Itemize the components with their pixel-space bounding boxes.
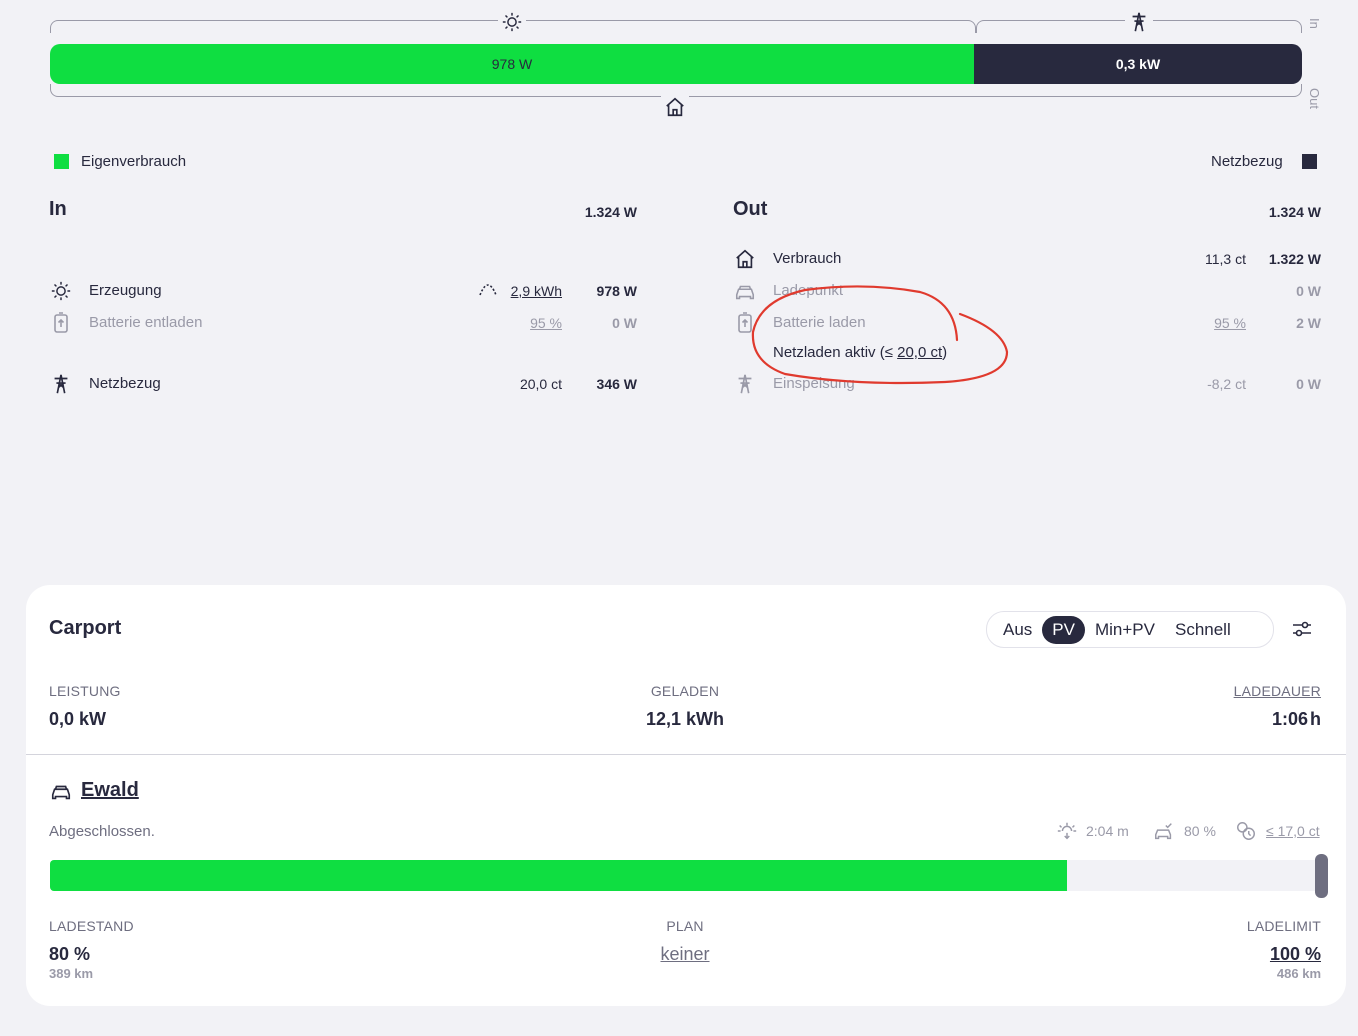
legend-self-swatch	[54, 154, 69, 169]
out-row-value: 2 W	[1296, 315, 1321, 331]
loadpoint-title: Carport	[49, 617, 122, 639]
limit-slider-handle[interactable]	[1315, 854, 1328, 898]
in-row-label: Netzbezug	[89, 375, 161, 392]
soc-range: 389 km	[49, 966, 94, 981]
out-row-label: Verbrauch	[773, 250, 842, 267]
home-icon	[661, 95, 689, 119]
mode-aus-button[interactable]: Aus	[993, 616, 1042, 644]
soc-caption: LADESTAND	[49, 918, 134, 934]
out-row-value: 0 W	[1296, 376, 1321, 392]
grid-tower-icon	[1125, 10, 1153, 34]
legend-self-label: Eigenverbrauch	[81, 153, 187, 170]
settings-sliders-icon[interactable]	[1290, 617, 1314, 646]
sun-icon	[50, 280, 72, 307]
in-total: 1.324 W	[584, 204, 637, 220]
badge-pv-timer: 2:04 m	[1086, 823, 1129, 839]
out-title: Out	[733, 198, 768, 220]
stat-value-duration: 1:06 h	[1121, 709, 1321, 730]
limit-caption: LADELIMIT	[1246, 918, 1321, 934]
out-row-value: 0 W	[1296, 283, 1321, 299]
in-row-label: Erzeugung	[89, 282, 162, 299]
plan-link[interactable]: keiner	[585, 944, 785, 965]
forecast-link[interactable]: 2,9 kWh	[490, 283, 562, 299]
in-row-value: 0 W	[612, 315, 637, 331]
stat-caption-charged: GELADEN	[650, 683, 720, 699]
legend-grid-swatch	[1302, 154, 1317, 169]
energy-bar: 978 W 0,3 kW	[50, 44, 1302, 84]
mode-pv-button[interactable]: PV	[1042, 615, 1085, 644]
stat-caption-power: LEISTUNG	[49, 683, 121, 699]
stat-caption-duration-link[interactable]: LADEDAUER	[1121, 683, 1321, 699]
vehicle-status: Abgeschlossen.	[49, 823, 155, 840]
duration-value: 1:06	[1271, 709, 1308, 729]
grid-price: 20,0 ct	[519, 376, 562, 392]
limit-value-link[interactable]: 100 %	[1121, 944, 1321, 965]
soc-bar-fill	[50, 860, 1067, 891]
in-row-label: Batterie entladen	[89, 314, 203, 331]
mode-minpv-button[interactable]: Min+PV	[1085, 616, 1165, 644]
home-icon	[734, 248, 756, 275]
coin-clock-icon	[1235, 820, 1257, 847]
soc-bar-track	[50, 860, 1321, 891]
car-limit-icon	[1153, 820, 1175, 847]
badge-vehicle-limit: 80 %	[1184, 823, 1216, 839]
mode-selector: Aus PV Min+PV Schnell	[986, 611, 1274, 648]
badge-price-limit-link[interactable]: ≤ 17,0 ct	[1266, 823, 1320, 839]
in-row-value: 978 W	[596, 283, 637, 299]
consumption-price: 11,3 ct	[1205, 251, 1246, 267]
plan-caption: PLAN	[666, 918, 704, 934]
annotation-circle	[751, 285, 1009, 385]
duration-unit: h	[1310, 709, 1321, 729]
soc-value: 80 %	[49, 944, 91, 964]
loadpoint-card	[26, 585, 1346, 1006]
sun-icon	[498, 10, 526, 34]
limit-range: 486 km	[1276, 966, 1321, 981]
stat-value-power: 0,0 kW	[49, 709, 107, 729]
car-icon	[50, 781, 72, 808]
legend-grid-label: Netzbezug	[1211, 153, 1283, 170]
battery-soc-link[interactable]: 95 %	[1176, 315, 1246, 331]
battery-icon	[52, 312, 70, 339]
divider	[26, 754, 1346, 755]
out-total: 1.324 W	[1268, 204, 1321, 220]
in-row-value: 346 W	[596, 376, 637, 392]
grid-tower-icon	[50, 373, 72, 400]
stat-value-charged: 12,1 kWh	[645, 709, 725, 729]
in-side-label: In	[1307, 18, 1322, 29]
mode-schnell-button[interactable]: Schnell	[1165, 616, 1241, 644]
battery-soc-link[interactable]: 95 %	[490, 315, 562, 331]
vehicle-name-link[interactable]: Ewald	[81, 779, 139, 802]
sun-timer-icon	[1056, 820, 1078, 847]
in-title: In	[49, 198, 67, 220]
out-row-value: 1.322 W	[1268, 251, 1321, 267]
self-consumption-segment: 978 W	[50, 44, 974, 84]
out-side-label: Out	[1307, 88, 1322, 109]
grid-import-segment: 0,3 kW	[974, 44, 1302, 84]
feedin-price: -8,2 ct	[1207, 376, 1246, 392]
